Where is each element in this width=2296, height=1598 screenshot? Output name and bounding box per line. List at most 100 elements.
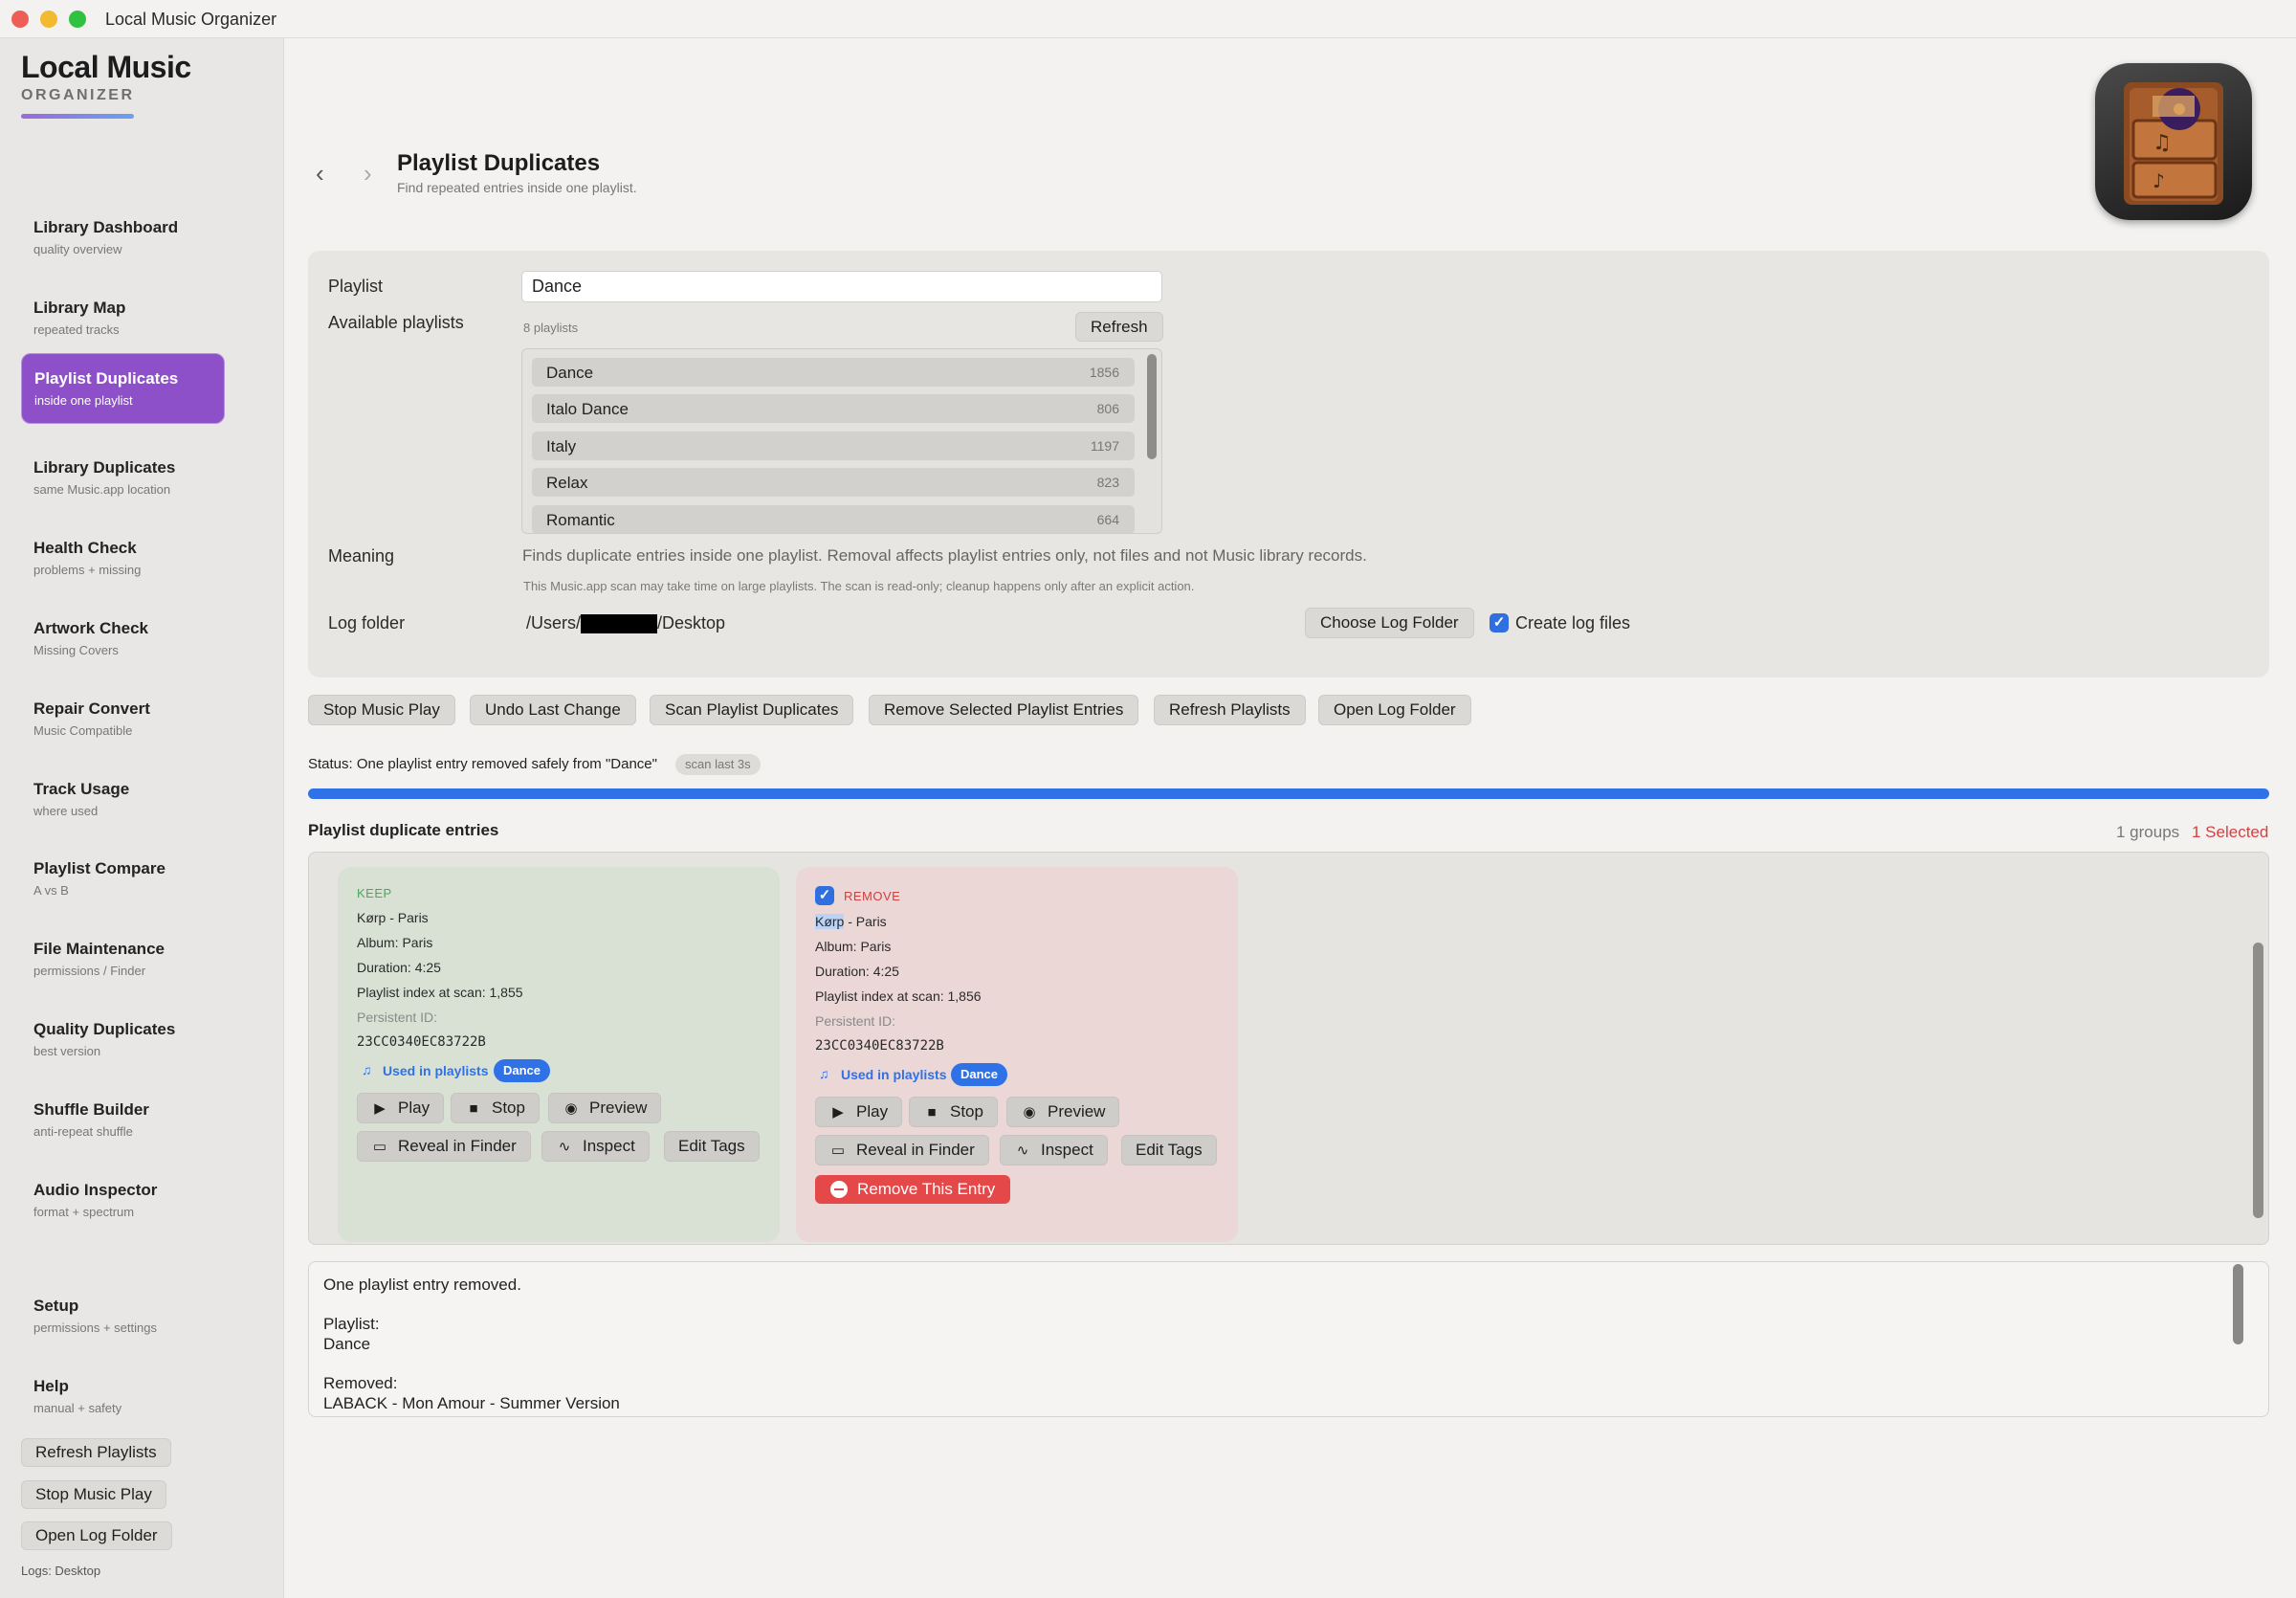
- forward-arrow-icon[interactable]: ›: [364, 159, 372, 189]
- playlist-list-scrollbar[interactable]: [1147, 354, 1157, 459]
- remove-playlist-pill[interactable]: Dance: [951, 1063, 1008, 1086]
- keep-inspect-button[interactable]: ∿ Inspect: [541, 1131, 650, 1162]
- keep-edit-tags-button[interactable]: Edit Tags: [664, 1131, 760, 1162]
- scan-playlist-duplicates-button[interactable]: Scan Playlist Duplicates: [650, 695, 854, 725]
- sidebar-item-playlist-compare[interactable]: Playlist Compare A vs B: [21, 844, 225, 915]
- playlist-input[interactable]: [521, 271, 1162, 302]
- sidebar-item-track-usage[interactable]: Track Usage where used: [21, 765, 225, 835]
- keep-persistent-id: 23CC0340EC83722B: [357, 1034, 486, 1050]
- remove-preview-button[interactable]: ◉ Preview: [1006, 1097, 1120, 1127]
- results-title: Playlist duplicate entries: [308, 821, 499, 839]
- results-scrollbar[interactable]: [2253, 943, 2263, 1218]
- list-item[interactable]: Relax 823: [532, 468, 1135, 497]
- undo-last-change-button[interactable]: Undo Last Change: [470, 695, 636, 725]
- sidebar-item-sub: same Music.app location: [33, 482, 171, 497]
- folder-icon: ▭: [372, 1139, 387, 1155]
- keep-playlist-pill[interactable]: Dance: [494, 1059, 551, 1082]
- sidebar-item-label: Shuffle Builder: [33, 1100, 149, 1119]
- playlist-count: 8 playlists: [523, 321, 579, 335]
- sidebar-item-file-maintenance[interactable]: File Maintenance permissions / Finder: [21, 924, 225, 995]
- logs-location-label: Logs: Desktop: [21, 1564, 101, 1578]
- list-item[interactable]: Italy 1197: [532, 432, 1135, 460]
- svg-text:♪: ♪: [2152, 169, 2165, 192]
- back-arrow-icon[interactable]: ‹: [316, 159, 324, 189]
- window-title: Local Music Organizer: [105, 10, 277, 29]
- log-line: Playlist:: [323, 1315, 380, 1333]
- minimize-window-button[interactable]: [40, 11, 57, 28]
- remove-edit-tags-button[interactable]: Edit Tags: [1121, 1135, 1217, 1165]
- sidebar-item-playlist-duplicates[interactable]: Playlist Duplicates inside one playlist: [21, 353, 225, 424]
- list-item[interactable]: Dance 1856: [532, 358, 1135, 387]
- sidebar-item-sub: Missing Covers: [33, 643, 119, 657]
- sidebar-item-sub: repeated tracks: [33, 322, 120, 337]
- sidebar-item-sub: A vs B: [33, 883, 69, 898]
- sidebar-item-help[interactable]: Help manual + safety: [21, 1362, 225, 1432]
- remove-play-button[interactable]: ▶ Play: [815, 1097, 903, 1127]
- sidebar-item-repair-convert[interactable]: Repair Convert Music Compatible: [21, 684, 225, 755]
- waveform-icon: ∿: [558, 1139, 571, 1155]
- refresh-playlists-button[interactable]: Refresh Playlists: [1154, 695, 1306, 725]
- sidebar-item-label: Quality Duplicates: [33, 1020, 176, 1038]
- reveal-label: Reveal in Finder: [856, 1141, 975, 1159]
- preview-label: Preview: [589, 1099, 648, 1117]
- log-scrollbar[interactable]: [2233, 1264, 2243, 1344]
- list-item[interactable]: Italo Dance 806: [532, 394, 1135, 423]
- stop-music-play-button[interactable]: Stop Music Play: [308, 695, 455, 725]
- sidebar-item-library-map[interactable]: Library Map repeated tracks: [21, 283, 225, 354]
- log-folder-path: /Users/ /Desktop: [526, 613, 725, 634]
- redacted-username: [581, 614, 658, 634]
- playlist-music-icon: ♫: [362, 1062, 372, 1077]
- sidebar-item-shuffle-builder[interactable]: Shuffle Builder anti-repeat shuffle: [21, 1085, 225, 1156]
- create-log-files-checkbox[interactable]: ✓: [1490, 613, 1509, 633]
- title-bar: Local Music Organizer: [0, 0, 2296, 38]
- meaning-label: Meaning: [328, 546, 395, 566]
- log-line: Dance: [323, 1335, 371, 1353]
- eye-icon: ◉: [1023, 1104, 1036, 1121]
- list-item[interactable]: Romantic 664: [532, 505, 1135, 533]
- eye-icon: ◉: [564, 1100, 578, 1117]
- playlist-track-count: 806: [1096, 401, 1119, 416]
- sidebar-item-sub: anti-repeat shuffle: [33, 1124, 133, 1139]
- sidebar-item-library-duplicates[interactable]: Library Duplicates same Music.app locati…: [21, 443, 225, 514]
- folder-icon: ▭: [830, 1143, 846, 1159]
- refresh-button[interactable]: Refresh: [1075, 312, 1163, 342]
- playlist-list[interactable]: Dance 1856 Italo Dance 806 Italy 1197 Re…: [521, 348, 1162, 534]
- sidebar-item-artwork-check[interactable]: Artwork Check Missing Covers: [21, 604, 225, 675]
- log-folder-label: Log folder: [328, 613, 406, 633]
- keep-stop-button[interactable]: ■ Stop: [451, 1093, 540, 1123]
- waveform-icon: ∿: [1016, 1143, 1029, 1159]
- sidebar-item-sub: problems + missing: [33, 563, 142, 577]
- zoom-window-button[interactable]: [69, 11, 86, 28]
- sidebar-item-setup[interactable]: Setup permissions + settings: [21, 1281, 225, 1352]
- remove-this-entry-button[interactable]: Remove This Entry: [815, 1175, 1011, 1204]
- remove-selected-entries-button[interactable]: Remove Selected Playlist Entries: [869, 695, 1139, 725]
- sidebar-open-log-folder-button[interactable]: Open Log Folder: [21, 1521, 172, 1550]
- close-window-button[interactable]: [11, 11, 29, 28]
- sidebar-item-audio-inspector[interactable]: Audio Inspector format + spectrum: [21, 1165, 225, 1236]
- sidebar-item-quality-duplicates[interactable]: Quality Duplicates best version: [21, 1005, 225, 1076]
- playlist-music-icon: ♫: [819, 1066, 829, 1081]
- remove-select-checkbox[interactable]: ✓: [815, 886, 834, 905]
- remove-stop-button[interactable]: ■ Stop: [909, 1097, 998, 1127]
- play-icon: ▶: [374, 1100, 386, 1117]
- sidebar-item-label: Library Dashboard: [33, 218, 179, 236]
- remove-track-title: Kørp - Paris: [815, 914, 887, 929]
- preview-label: Preview: [1048, 1102, 1106, 1121]
- keep-play-button[interactable]: ▶ Play: [357, 1093, 445, 1123]
- choose-log-folder-button[interactable]: Choose Log Folder: [1305, 608, 1474, 638]
- sidebar-item-sub: permissions + settings: [33, 1321, 157, 1335]
- sidebar-stop-music-button[interactable]: Stop Music Play: [21, 1480, 166, 1509]
- remove-inspect-button[interactable]: ∿ Inspect: [1000, 1135, 1108, 1165]
- sidebar-refresh-playlists-button[interactable]: Refresh Playlists: [21, 1438, 171, 1467]
- remove-used-in-label: Used in playlists: [841, 1067, 947, 1082]
- keep-reveal-button[interactable]: ▭ Reveal in Finder: [357, 1131, 531, 1162]
- sidebar-item-health-check[interactable]: Health Check problems + missing: [21, 523, 225, 594]
- sidebar-item-sub: where used: [33, 804, 99, 818]
- keep-preview-button[interactable]: ◉ Preview: [548, 1093, 662, 1123]
- sidebar-item-library-dashboard[interactable]: Library Dashboard quality overview: [21, 203, 225, 274]
- open-log-folder-button[interactable]: Open Log Folder: [1318, 695, 1471, 725]
- sidebar-item-label: Track Usage: [33, 780, 130, 798]
- groups-count: 1 groups: [2116, 823, 2180, 841]
- minus-circle-icon: [830, 1181, 848, 1198]
- remove-reveal-button[interactable]: ▭ Reveal in Finder: [815, 1135, 989, 1165]
